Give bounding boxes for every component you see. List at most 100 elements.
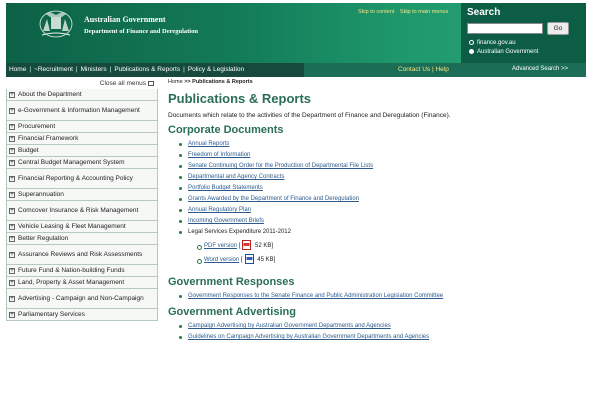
sidebar-item-financial-framework[interactable]: + Financial Framework [6,133,158,145]
sidebar-item-advertising[interactable]: + Advertising - Campaign and Non-Campaign [6,289,158,309]
search-panel: Search Go finance.gov.au Australian Gove… [461,3,586,63]
search-go-button[interactable]: Go [547,22,569,35]
nav-ministers[interactable]: Ministers [81,66,107,73]
expand-icon[interactable]: + [9,175,15,182]
link-annual-reports[interactable]: Annual Reports [168,140,586,151]
coat-of-arms-logo[interactable] [38,9,74,39]
collapse-icon [148,81,154,86]
sidebar-item-financial-reporting[interactable]: + Financial Reporting & Accounting Policy [6,169,158,189]
sidebar-item-label: Vehicle Leasing & Fleet Management [18,222,126,230]
expand-icon[interactable]: + [9,311,15,318]
sidebar-item-label: About the Department [18,90,82,98]
legal-services-item: Legal Services Expenditure 2011-2012 [168,228,586,239]
link-grants-awarded[interactable]: Grants Awarded by the Department of Fina… [168,195,586,206]
search-input[interactable] [467,23,543,34]
close-all-label: Close all menus [99,80,146,87]
breadcrumb-separator: >> [182,79,193,85]
link-campaign-advertising[interactable]: Campaign Advertising by Australian Gover… [168,322,586,333]
legal-services-files: PDF version [ 52 KB] Word version [ 45 K… [168,240,586,268]
nav-publications[interactable]: Publications & Reports [114,66,180,73]
sidebar-item-procurement[interactable]: + Procurement [6,121,158,133]
skip-to-content-link[interactable]: Skip to content [358,9,394,15]
search-scope-government[interactable]: Australian Government [469,49,538,55]
sidebar-menu: Close all menus + About the Department + e… [6,78,158,321]
expand-icon[interactable]: + [9,223,15,230]
expand-icon[interactable]: + [9,91,15,98]
expand-icon[interactable]: + [9,107,15,114]
sidebar-item-label: Financial Framework [18,134,79,142]
corporate-documents-list: Annual Reports Freedom of Information Se… [168,140,586,239]
page-intro: Documents which relate to the activities… [168,112,451,119]
close-all-menus-button[interactable]: Close all menus [6,78,158,89]
expand-icon[interactable]: + [9,235,15,242]
pdf-version-item: PDF version [ 52 KB] [168,240,586,254]
contact-help-links: Contact Us | Help [398,66,449,73]
search-scope-finance[interactable]: finance.gov.au [469,40,516,46]
link-senate-committee-responses[interactable]: Government Responses to the Senate Finan… [168,292,586,303]
sidebar-item-assurance-reviews[interactable]: + Assurance Reviews and Risk Assessments [6,245,158,265]
expand-icon[interactable]: + [9,147,15,154]
sidebar-item-cbms[interactable]: + Central Budget Management System [6,157,158,169]
sidebar-item-future-fund[interactable]: + Future Fund & Nation-building Funds [6,265,158,277]
breadcrumb-home-link[interactable]: Home [168,79,183,85]
sidebar-item-label: Future Fund & Nation-building Funds [18,266,125,274]
main-content: Home >> Publications & Reports Publicati… [168,79,586,344]
expand-icon[interactable]: + [9,267,15,274]
link-annual-regulatory-plan[interactable]: Annual Regulatory Plan [168,206,586,217]
radio-label: finance.gov.au [477,40,516,46]
expand-icon[interactable]: + [9,251,15,258]
link-freedom-of-information[interactable]: Freedom of Information [168,151,586,162]
nav-policy[interactable]: Policy & Legislation [188,66,244,73]
sidebar-item-label: Comcover Insurance & Risk Management [18,206,139,214]
site-header: Australian Government Department of Fina… [6,3,586,63]
nav-home[interactable]: Home [9,66,26,73]
department-title: Department of Finance and Deregulation [84,28,198,35]
contact-us-link[interactable]: Contact Us [398,66,430,73]
government-responses-list: Government Responses to the Senate Finan… [168,292,586,303]
page-title: Publications & Reports [168,91,312,106]
radio-label: Australian Government [477,49,539,55]
expand-icon[interactable]: + [9,135,15,142]
nav-menu: Home | ~Recruitment | Ministers | Public… [9,66,244,73]
sidebar-item-egovernment[interactable]: + e-Government & Information Management [6,101,158,121]
pdf-file-icon [242,240,252,250]
word-version-link[interactable]: Word version [204,257,239,263]
sidebar-item-better-regulation[interactable]: + Better Regulation [6,233,158,245]
breadcrumb-current: Publications & Reports [192,79,253,85]
link-senate-continuing-order[interactable]: Senate Continuing Order for the Producti… [168,162,586,173]
nav-separator: | [109,66,112,73]
expand-icon[interactable]: + [9,295,15,302]
sidebar-item-label: e-Government & Information Management [18,106,140,114]
sidebar-item-label: Budget [18,146,39,154]
sidebar-item-label: Procurement [18,122,56,130]
sidebar-item-land-property[interactable]: + Land, Property & Asset Management [6,277,158,289]
pdf-file-size: 52 KB] [255,243,274,249]
link-portfolio-budget-statements[interactable]: Portfolio Budget Statements [168,184,586,195]
skip-to-menus-link[interactable]: Skip to main menus [400,9,448,15]
link-campaign-guidelines[interactable]: Guidelines on Campaign Advertising by Au… [168,333,586,344]
browser-page: Australian Government Department of Fina… [6,3,586,401]
expand-icon[interactable]: + [9,123,15,130]
expand-icon[interactable]: + [9,159,15,166]
expand-icon[interactable]: + [9,279,15,286]
link-contracts[interactable]: Departmental and Agency Contracts [168,173,586,184]
sidebar-item-superannuation[interactable]: + Superannuation [6,189,158,201]
sidebar-item-about[interactable]: + About the Department [6,89,158,101]
link-incoming-government-briefs[interactable]: Incoming Government Briefs [168,217,586,228]
sidebar-item-label: Parliamentary Services [18,310,85,318]
sidebar-item-vehicle-leasing[interactable]: + Vehicle Leasing & Fleet Management [6,221,158,233]
sidebar-item-label: Better Regulation [18,234,69,242]
radio-icon [469,40,474,45]
expand-icon[interactable]: + [9,207,15,214]
sidebar-item-parliamentary[interactable]: + Parliamentary Services [6,309,158,321]
help-link[interactable]: Help [435,66,448,73]
expand-icon[interactable]: + [9,191,15,198]
radio-selected-icon [469,49,474,54]
nav-separator: | [29,66,32,73]
sidebar-item-comcover[interactable]: + Comcover Insurance & Risk Management [6,201,158,221]
breadcrumb: Home >> Publications & Reports [168,79,586,85]
advanced-search-link[interactable]: Advanced Search >> [512,66,568,72]
nav-recruitment[interactable]: ~Recruitment [34,66,73,73]
pdf-version-link[interactable]: PDF version [204,243,237,249]
sidebar-item-budget[interactable]: + Budget [6,145,158,157]
